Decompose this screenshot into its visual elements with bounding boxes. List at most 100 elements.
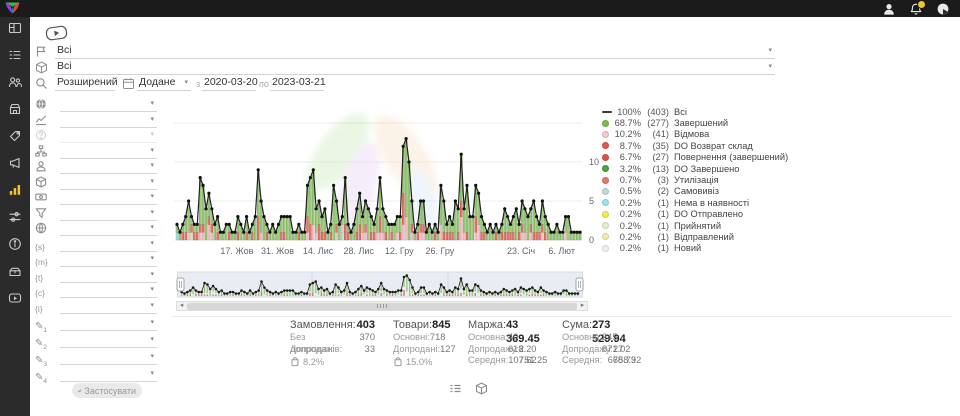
legend-item[interactable]: 0.2%(1)Нема в наявності (602, 197, 787, 208)
stat-row-value: 2 751.25 (519, 344, 547, 356)
source-icon (35, 97, 48, 110)
legend-count: (3) (641, 175, 669, 185)
bell-icon[interactable] (909, 2, 923, 16)
date-from-input[interactable]: 2020-03-20 (202, 76, 256, 91)
legend-item[interactable]: 100%(403)Всі (602, 106, 787, 117)
legend-count: (27) (641, 152, 669, 162)
user-icon[interactable] (882, 2, 896, 16)
app-logo-icon[interactable] (4, 1, 21, 21)
sidebar-item-analytics[interactable] (0, 179, 30, 206)
custom-field-3-select[interactable] (60, 350, 157, 365)
stat-row-label: Без допродажів: (290, 332, 359, 344)
stat-row-value: 678.73 (608, 355, 636, 367)
structure-select[interactable] (60, 144, 157, 159)
custom-field-3-icon: ✎3 (35, 350, 48, 363)
legend-item[interactable]: 0.2%(1)Відправлений (602, 231, 787, 242)
product-select[interactable] (60, 175, 157, 190)
svg-text:12. Гру: 12. Гру (385, 246, 414, 256)
svg-text:5: 5 (589, 196, 594, 206)
sidebar-item-marketing[interactable] (0, 152, 30, 179)
sidebar-item-info[interactable] (0, 233, 30, 260)
analytics-icon (8, 183, 22, 202)
sidebar-item-customers[interactable] (0, 71, 30, 98)
legend-item[interactable]: 68.7%(277)Завершений (602, 117, 787, 128)
scrollbar-thumb[interactable] (187, 303, 577, 310)
custom-field-4-select[interactable] (60, 367, 157, 382)
avatar-icon[interactable] (936, 2, 950, 16)
legend-swatch (602, 222, 609, 229)
svg-text:17. Жов: 17. Жов (220, 246, 253, 256)
utm-medium-select[interactable] (60, 252, 157, 267)
legend-pct: 8.7% (614, 141, 641, 151)
store-icon (8, 102, 22, 121)
stat-title: Маржа: (468, 318, 506, 332)
utm-content-select[interactable] (60, 283, 157, 298)
chart-navigator[interactable] (176, 271, 588, 300)
custom-field-1-select[interactable] (60, 316, 157, 331)
stat-row-value: 107.62 (508, 355, 536, 367)
website-select[interactable] (60, 221, 157, 236)
legend-count: (1) (641, 198, 669, 208)
legend-item[interactable]: 0.7%(3)Утилізація (602, 174, 787, 185)
product-view-icon[interactable] (475, 382, 488, 395)
legend-item[interactable]: 8.7%(35)DO Возврат склад (602, 140, 787, 151)
sidebar-item-sales[interactable] (0, 125, 30, 152)
navigator-handle-right[interactable] (576, 278, 583, 291)
svg-text:0: 0 (589, 235, 594, 245)
scroll-left-arrow[interactable]: ◂ (177, 302, 186, 310)
payment-select[interactable] (60, 190, 157, 205)
sidebar-item-orders[interactable] (0, 44, 30, 71)
apply-button[interactable]: Застосувати (72, 383, 142, 398)
stage-select[interactable] (60, 113, 157, 128)
sidebar-item-support[interactable] (0, 260, 30, 287)
stat-row-label: Середня: (468, 355, 508, 367)
scroll-right-arrow[interactable]: ▸ (578, 302, 587, 310)
legend-item[interactable]: 0.2%(1)Новий (602, 243, 787, 254)
upsell-percent: 15.0% (406, 357, 432, 367)
legend-item[interactable]: 10.2%(41)Відмова (602, 129, 787, 140)
legend-pct: 0.2% (614, 221, 641, 231)
sidebar-item-tutorials[interactable] (0, 287, 30, 314)
stat-row-value: 40 618.20 (508, 332, 536, 344)
svg-text:10: 10 (589, 157, 599, 167)
sidebar-item-automation[interactable] (0, 206, 30, 233)
legend-item[interactable]: 3.2%(13)DO Завершено (602, 163, 787, 174)
legend-count: (1) (641, 209, 669, 219)
custom-field-2-select[interactable] (60, 333, 157, 348)
product-filter-select[interactable]: Всі (55, 60, 775, 75)
legend-pct: 0.5% (614, 186, 641, 196)
utm-source-select[interactable] (60, 237, 157, 252)
date-field-select[interactable]: Додане (137, 76, 191, 91)
utm-content-icon: {c} (35, 283, 48, 296)
funnel-select[interactable] (60, 206, 157, 221)
utm-id-select[interactable] (60, 299, 157, 314)
orders-chart[interactable]: 051017. Жов31. Жов14. Лис28. Лис12. Гру2… (170, 100, 610, 260)
legend-item[interactable]: 0.2%(1)Прийнятий (602, 220, 787, 231)
legend-item[interactable]: 0.5%(2)Самовивіз (602, 186, 787, 197)
source-select[interactable] (60, 97, 157, 112)
search-mode-select[interactable]: Розширений (55, 76, 115, 91)
legend-item[interactable]: 6.7%(27)Повернення (завершений) (602, 152, 787, 163)
sidebar-item-dashboard[interactable] (0, 17, 30, 44)
chart-scrollbar[interactable]: ◂ ▸ (176, 301, 588, 311)
list-view-icon[interactable] (449, 382, 462, 395)
legend-swatch (602, 165, 609, 172)
search-icon (35, 77, 48, 90)
stat-row-label: Допродажу: (468, 344, 519, 356)
legend-pct: 3.2% (614, 164, 641, 174)
navigator-handle-left[interactable] (177, 278, 184, 291)
sidebar-item-store[interactable] (0, 98, 30, 125)
utm-term-select[interactable] (60, 268, 157, 283)
funnel-icon (35, 206, 48, 219)
bag-icon (290, 356, 300, 369)
status-filter-select[interactable]: Всі (55, 44, 775, 59)
date-to-input[interactable]: 2023-03-21 (270, 76, 324, 91)
legend-item[interactable]: 0.2%(1)DO Отправлено (602, 209, 787, 220)
upsell-percent: 8.2% (303, 357, 324, 367)
stat-title: Товари: (393, 318, 432, 332)
manager-select[interactable] (60, 159, 157, 174)
legend-pct: 0.2% (614, 198, 641, 208)
help-select[interactable] (60, 128, 157, 143)
utm-medium-icon: {m} (35, 252, 48, 265)
marketing-icon (8, 156, 22, 175)
